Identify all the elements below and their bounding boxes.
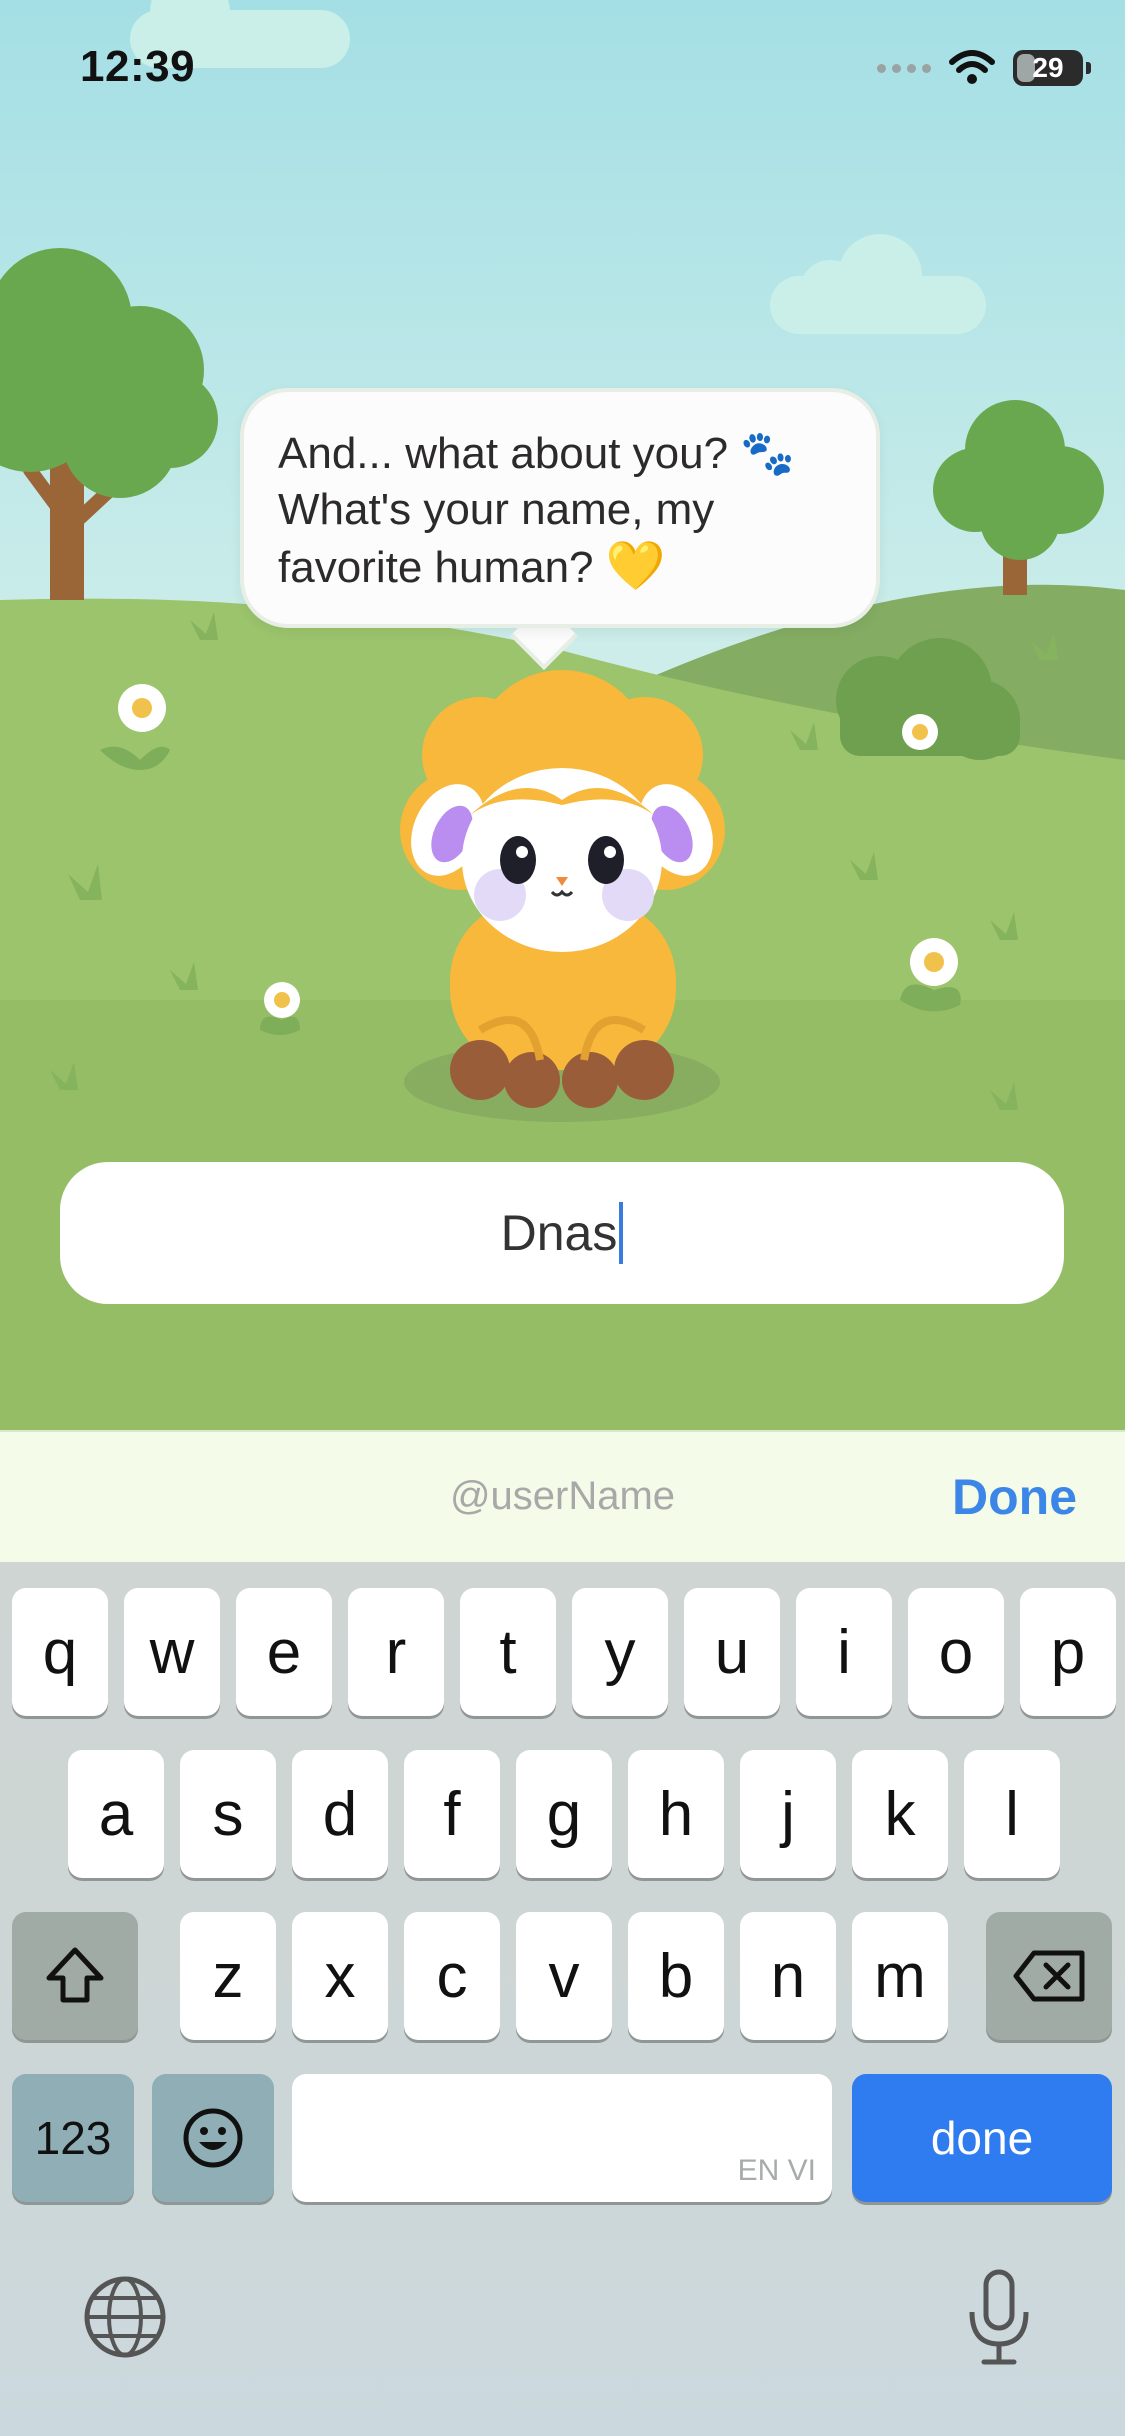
emoji-key[interactable] bbox=[152, 2074, 274, 2202]
key-e[interactable]: e bbox=[236, 1588, 332, 1716]
key-m[interactable]: m bbox=[852, 1912, 948, 2040]
key-j[interactable]: j bbox=[740, 1750, 836, 1878]
key-f[interactable]: f bbox=[404, 1750, 500, 1878]
battery-percent: 29 bbox=[1032, 52, 1064, 83]
speech-bubble: And... what about you? 🐾 What's your nam… bbox=[240, 388, 880, 628]
name-input-value[interactable]: Dnas bbox=[501, 1204, 618, 1262]
done-button[interactable]: Done bbox=[952, 1468, 1077, 1526]
status-time: 12:39 bbox=[80, 42, 196, 91]
speech-line-3: favorite human? 💛 bbox=[278, 538, 666, 594]
key-x[interactable]: x bbox=[292, 1912, 388, 2040]
key-r[interactable]: r bbox=[348, 1588, 444, 1716]
shift-key[interactable] bbox=[12, 1912, 138, 2040]
key-p[interactable]: p bbox=[1020, 1588, 1116, 1716]
space-key[interactable]: EN VI bbox=[292, 2074, 832, 2202]
microphone-icon[interactable] bbox=[964, 2268, 1034, 2368]
speech-line-2: What's your name, my bbox=[278, 485, 715, 534]
status-bar: 12:39 29 bbox=[0, 0, 1125, 140]
status-indicators: 29 bbox=[877, 44, 1091, 92]
key-u[interactable]: u bbox=[684, 1588, 780, 1716]
key-n[interactable]: n bbox=[740, 1912, 836, 2040]
emoji-face-icon bbox=[183, 2108, 243, 2168]
key-d[interactable]: d bbox=[292, 1750, 388, 1878]
backspace-icon bbox=[1013, 1950, 1085, 2002]
key-l[interactable]: l bbox=[964, 1750, 1060, 1878]
wifi-icon bbox=[949, 50, 995, 84]
key-a[interactable]: a bbox=[68, 1750, 164, 1878]
backspace-key[interactable] bbox=[986, 1912, 1112, 2040]
key-q[interactable]: q bbox=[12, 1588, 108, 1716]
key-g[interactable]: g bbox=[516, 1750, 612, 1878]
globe-icon[interactable] bbox=[82, 2274, 168, 2360]
cellular-signal-icon bbox=[877, 63, 931, 73]
key-s[interactable]: s bbox=[180, 1750, 276, 1878]
shift-arrow-icon bbox=[46, 1947, 104, 2003]
key-v[interactable]: v bbox=[516, 1912, 612, 2040]
key-h[interactable]: h bbox=[628, 1750, 724, 1878]
key-y[interactable]: y bbox=[572, 1588, 668, 1716]
name-input[interactable]: Dnas bbox=[60, 1162, 1064, 1304]
key-w[interactable]: w bbox=[124, 1588, 220, 1716]
key-k[interactable]: k bbox=[852, 1750, 948, 1878]
key-b[interactable]: b bbox=[628, 1912, 724, 2040]
paw-print-icon: 🐾 bbox=[740, 428, 796, 479]
key-i[interactable]: i bbox=[796, 1588, 892, 1716]
battery-indicator: 29 bbox=[1013, 50, 1091, 86]
text-caret bbox=[619, 1202, 624, 1264]
keyboard-done-key[interactable]: done bbox=[852, 2074, 1112, 2202]
numbers-key[interactable]: 123 bbox=[12, 2074, 134, 2202]
speech-line-1: And... what about you? 🐾 bbox=[278, 428, 796, 479]
space-language-label: EN VI bbox=[737, 2154, 816, 2187]
key-o[interactable]: o bbox=[908, 1588, 1004, 1716]
key-c[interactable]: c bbox=[404, 1912, 500, 2040]
yellow-heart-icon: 💛 bbox=[605, 538, 666, 594]
key-t[interactable]: t bbox=[460, 1588, 556, 1716]
key-z[interactable]: z bbox=[180, 1912, 276, 2040]
keyboard-accessory-bar: @userName Done bbox=[0, 1430, 1125, 1562]
